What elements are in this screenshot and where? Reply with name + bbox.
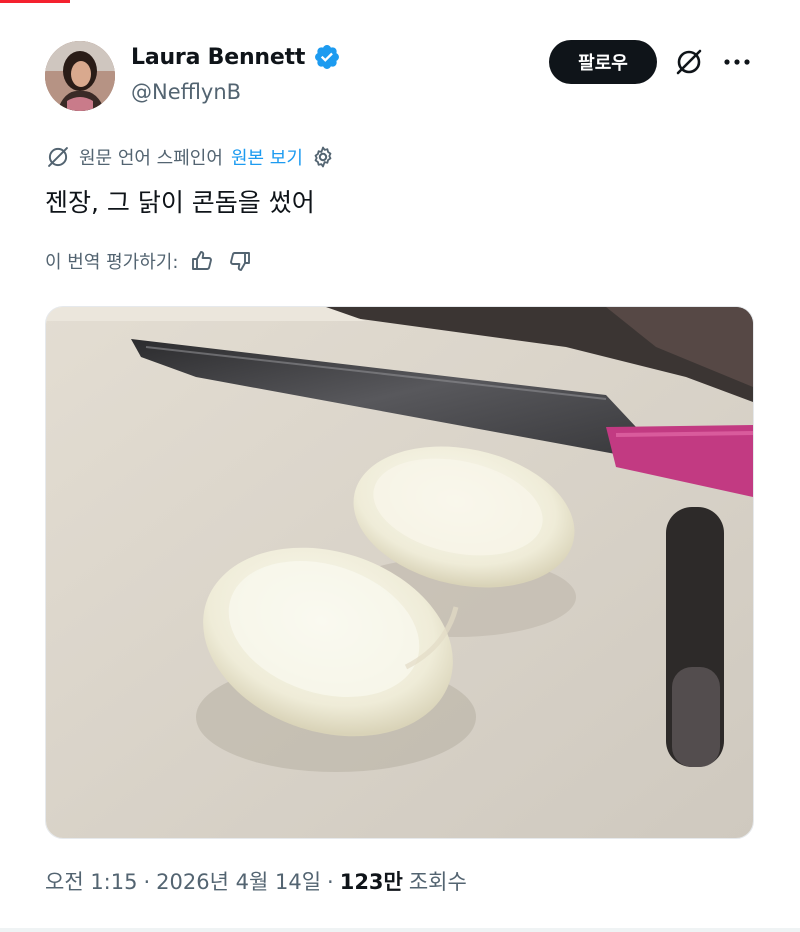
grok-translate-icon xyxy=(48,147,68,167)
tweet-date[interactable]: 2026년 4월 14일 xyxy=(156,866,321,896)
grok-icon-glyph xyxy=(676,49,702,75)
view-original-link[interactable]: 원본 보기 xyxy=(231,144,303,170)
avatar-image xyxy=(45,41,115,111)
translation-row: 원문 언어 스페인어 원본 보기 xyxy=(45,144,335,170)
gear-icon[interactable] xyxy=(311,145,335,169)
follow-button[interactable]: 팔로우 xyxy=(549,40,657,84)
meta-separator: · xyxy=(143,870,151,894)
avatar[interactable] xyxy=(45,41,115,111)
tweet-text: 젠장, 그 닭이 콘돔을 썼어 xyxy=(45,188,315,217)
rate-translation-row: 이 번역 평가하기: xyxy=(45,247,254,275)
views-label: 조회수 xyxy=(408,870,467,894)
translation-source-label: 원문 언어 스페인어 xyxy=(79,148,223,169)
grok-icon[interactable] xyxy=(671,44,707,80)
thumbs-down-icon[interactable] xyxy=(226,247,254,275)
bottom-divider xyxy=(0,928,800,932)
photo-boiled-egg-halves xyxy=(46,307,753,838)
tweet-photo[interactable] xyxy=(45,306,754,839)
more-dots-icon xyxy=(724,59,750,65)
author-display-name[interactable]: Laura Bennett xyxy=(131,45,305,70)
meta-separator-2: · xyxy=(327,870,334,894)
views-count: 123만 xyxy=(339,870,403,894)
thumbs-up-glyph xyxy=(192,251,213,270)
tweet-meta: 오전 1:15 · 2026년 4월 14일 · 123만 조회수 xyxy=(45,866,467,896)
thumbs-down-glyph xyxy=(230,252,251,271)
author-name-row: Laura Bennett xyxy=(131,43,341,71)
author-handle[interactable]: @NefflynB xyxy=(131,80,241,104)
thumbs-up-icon[interactable] xyxy=(188,247,216,275)
more-icon[interactable] xyxy=(719,44,755,80)
rate-translation-label: 이 번역 평가하기: xyxy=(45,252,179,273)
top-accent-strip xyxy=(0,0,70,3)
tweet-time[interactable]: 오전 1:15 xyxy=(45,866,137,896)
verified-badge-icon xyxy=(315,45,340,69)
